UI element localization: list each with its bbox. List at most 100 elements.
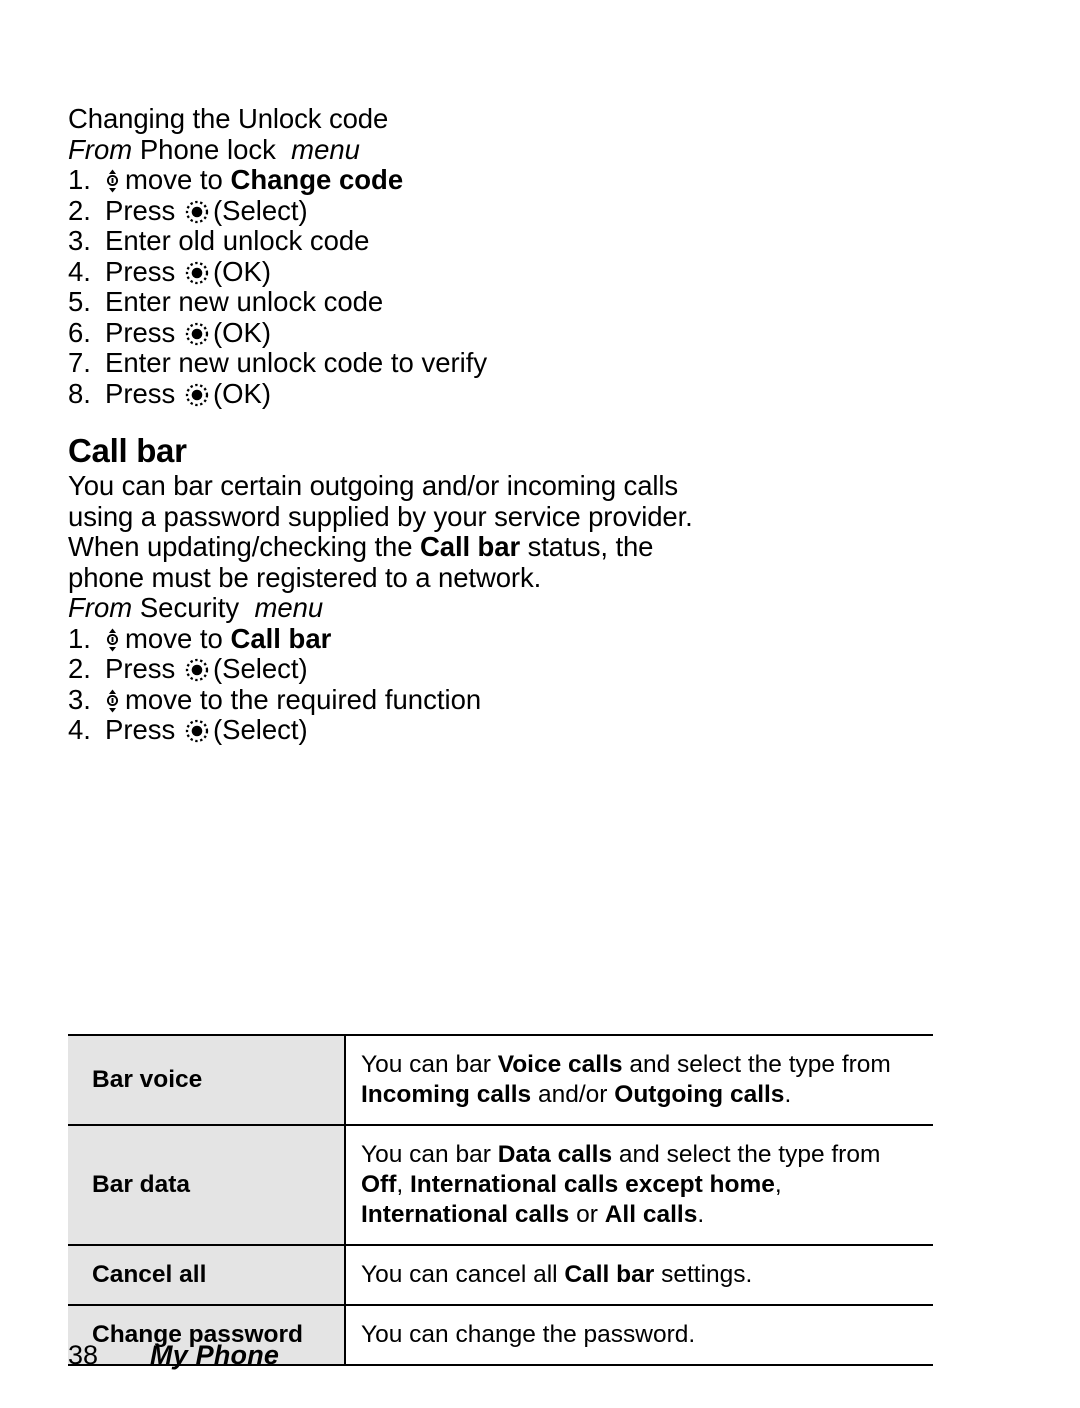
desc-text: You can bar — [361, 1141, 498, 1168]
list-item: 5. Enter new unlock code — [68, 286, 968, 318]
desc-text: or — [569, 1201, 605, 1228]
from-menu-name — [132, 134, 140, 165]
desc-text: and select the type from — [622, 1051, 891, 1078]
body-line: phone must be registered to a network. — [68, 561, 542, 593]
document-page: Changing the Unlock code From Phone lock… — [0, 0, 1080, 1408]
step-text: Press — [105, 653, 183, 684]
step-number: 6. — [68, 316, 91, 348]
step-number: 7. — [68, 347, 91, 378]
desc-line: You can bar Voice calls and select the t… — [361, 1050, 925, 1080]
table-cell-description: You can bar Voice calls and select the t… — [344, 1034, 933, 1125]
desc-bold: International calls — [361, 1201, 570, 1228]
step-number: 1. — [68, 622, 91, 654]
body-line: When updating/checking the Call bar stat… — [68, 531, 968, 563]
step-number: 3. — [68, 683, 91, 715]
step-text-after: (OK) — [212, 255, 271, 287]
step-text: move to the required function — [125, 683, 482, 715]
step-number: 4. — [68, 255, 91, 287]
step-text: move to — [125, 622, 231, 654]
body-line: using a password supplied by your servic… — [68, 500, 693, 532]
step-text: Enter old unlock code — [105, 225, 370, 256]
desc-line: You can bar Data calls and select the ty… — [361, 1140, 925, 1170]
footer-book-title: My Phone — [150, 1340, 280, 1370]
desc-bold: Outgoing calls — [614, 1081, 785, 1108]
section-title-changing-unlock-code: Changing the Unlock code — [68, 103, 389, 134]
desc-bold: All calls — [604, 1201, 698, 1228]
step-number: 8. — [68, 377, 91, 409]
desc-line: International calls or All calls. — [361, 1200, 925, 1230]
table-cell-description: You can bar Data calls and select the ty… — [344, 1124, 933, 1245]
list-item: 1. move to Call bar — [68, 622, 968, 655]
section-changing-unlock-code: Changing the Unlock code From Phone lock… — [68, 103, 968, 409]
desc-text: . — [697, 1201, 705, 1228]
desc-line: You can cancel all Call bar settings. — [361, 1260, 925, 1290]
list-item: 6. Press (OK) — [68, 316, 968, 349]
desc-text: and select the type from — [612, 1141, 881, 1168]
step-text: move to — [125, 164, 231, 195]
list-item: 7. Enter new unlock code to verify — [68, 347, 968, 379]
list-item: 3. Enter old unlock code — [68, 225, 968, 257]
select-key-icon — [185, 261, 209, 285]
from-label: From — [68, 592, 133, 623]
select-key-icon — [185, 200, 209, 224]
step-number: 5. — [68, 286, 91, 317]
navigation-key-up-down-icon — [106, 628, 119, 652]
table-cell-term: Bar data — [68, 1124, 345, 1245]
desc-text: You can bar — [361, 1051, 498, 1078]
desc-line: Incoming calls and/or Outgoing calls. — [361, 1080, 925, 1110]
select-key-icon — [185, 658, 209, 682]
desc-bold: Voice calls — [497, 1051, 623, 1078]
navigation-key-up-down-icon — [106, 169, 119, 193]
step-number: 1. — [68, 164, 91, 195]
desc-bold: Off — [361, 1171, 397, 1198]
step-bold-target: Call bar — [230, 622, 332, 654]
desc-text: , — [396, 1171, 410, 1198]
navigation-key-up-down-icon — [106, 689, 119, 713]
select-key-icon — [185, 383, 209, 407]
from-label: From — [68, 133, 133, 165]
body-text: When updating/checking the — [68, 531, 420, 562]
menu-name-security: Security — [139, 592, 240, 623]
list-item: 2. Press (Select) — [68, 653, 968, 685]
section-call-bar: Call bar You can bar certain outgoing an… — [68, 431, 968, 746]
desc-bold: Incoming calls — [361, 1081, 532, 1108]
body-text: status, the — [520, 531, 654, 562]
step-list-call-bar: 1. move to Call bar 2. Press (Select) 3. mo… — [68, 622, 968, 746]
step-text: Press — [105, 194, 183, 226]
step-text: Press — [105, 377, 183, 409]
table-body: Bar voice You can bar Voice calls and se… — [68, 1034, 933, 1366]
select-key-icon — [185, 322, 209, 346]
step-number: 2. — [68, 194, 91, 226]
from-menu-line-phone-lock: From Phone lock menu — [68, 133, 968, 166]
step-text: Press — [105, 316, 183, 348]
desc-bold: Data calls — [497, 1141, 613, 1168]
table-row: Cancel all You can cancel all Call bar s… — [68, 1244, 933, 1305]
desc-line: Off, International calls except home, — [361, 1170, 925, 1200]
menu-label: menu — [291, 133, 360, 165]
step-text-after: (Select) — [212, 653, 308, 684]
desc-bold: International calls except home — [410, 1171, 775, 1198]
list-item: 1. move to Change code — [68, 164, 968, 196]
step-text-after: (Select) — [212, 714, 308, 745]
step-number: 4. — [68, 714, 91, 745]
step-text-after: (OK) — [212, 316, 271, 348]
table-row: Bar voice You can bar Voice calls and se… — [68, 1034, 933, 1125]
page-footer: 38 My Phone — [68, 1338, 948, 1378]
step-number: 3. — [68, 225, 91, 256]
step-text: Enter new unlock code to verify — [105, 347, 488, 378]
menu-name-phone-lock: Phone lock — [139, 133, 276, 165]
desc-text: , — [774, 1171, 782, 1198]
desc-text: You can cancel all — [361, 1261, 565, 1288]
page-content: Changing the Unlock code From Phone lock… — [68, 103, 968, 746]
step-bold-target: Change code — [230, 164, 404, 195]
table-cell-description: You can cancel all Call bar settings. — [344, 1244, 933, 1305]
desc-text: . — [784, 1081, 792, 1108]
list-item: 4. Press (OK) — [68, 255, 968, 288]
step-text-after: (OK) — [212, 377, 271, 409]
step-text: Press — [105, 255, 183, 287]
desc-text: settings. — [654, 1261, 753, 1288]
select-key-icon — [185, 719, 209, 743]
step-number: 2. — [68, 653, 91, 684]
